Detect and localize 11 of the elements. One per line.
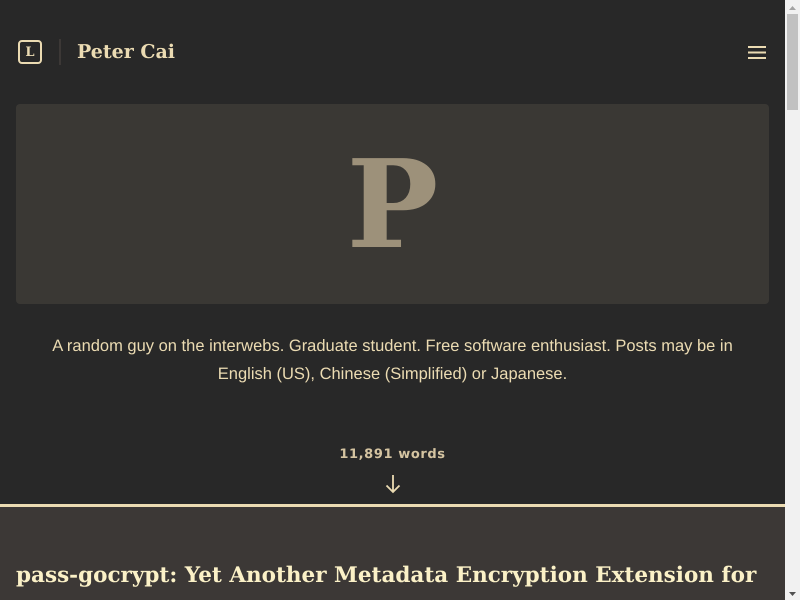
site-title[interactable]: Peter Cai (77, 41, 176, 63)
scroll-down-arrow-icon[interactable] (789, 592, 796, 596)
post-title[interactable]: pass-gocrypt: Yet Another Metadata Encryption Extension for (16, 559, 769, 593)
word-count: 11,891 words (339, 447, 446, 462)
scrollbar-track[interactable] (785, 0, 800, 600)
logo-icon[interactable]: L (18, 40, 42, 64)
cover-letter: P (346, 143, 438, 265)
menu-icon[interactable] (748, 46, 766, 58)
down-arrow-icon[interactable] (384, 474, 400, 494)
site-description: A random guy on the interwebs. Graduate student. Free software enthusiast. Posts may be in English (US), Chinese (Simplified) or Japanese. (51, 336, 734, 385)
scrollbar-thumb[interactable] (787, 14, 798, 110)
